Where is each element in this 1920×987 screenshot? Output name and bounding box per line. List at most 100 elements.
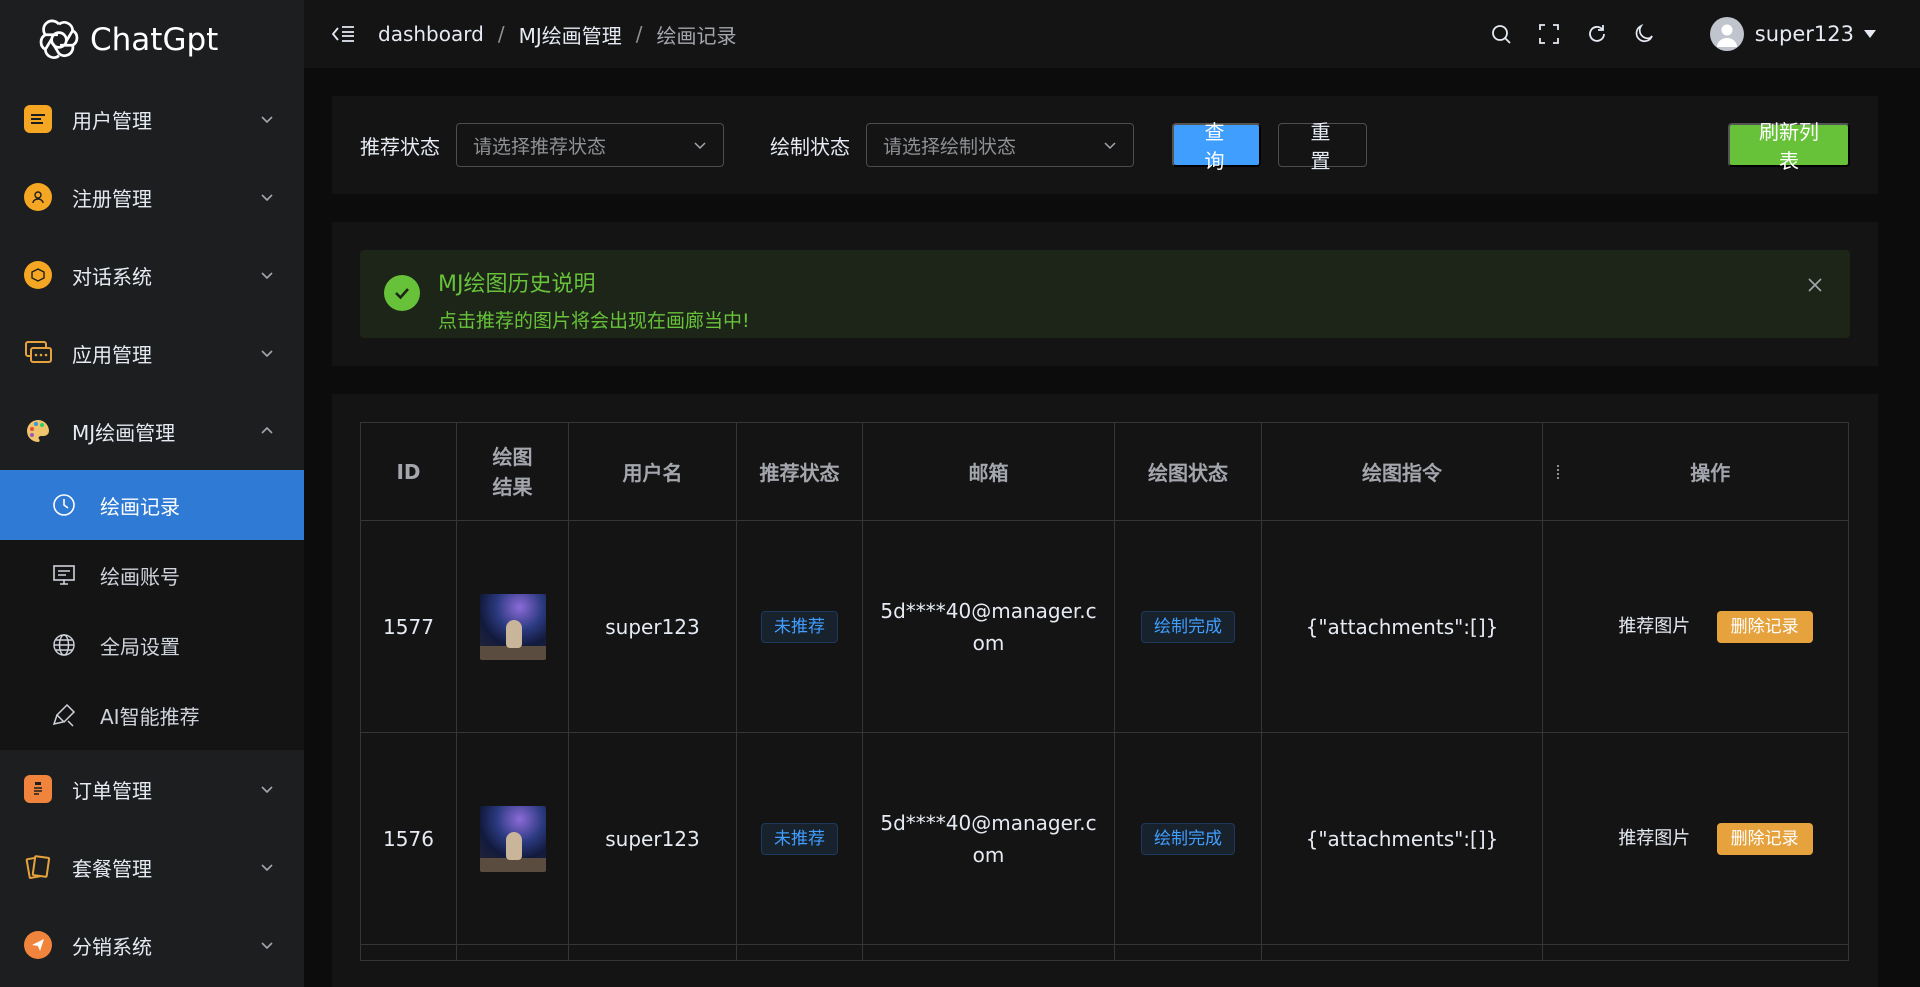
sidebar-item-user-manage[interactable]: 用户管理 <box>0 80 304 158</box>
alert-card: MJ绘图历史说明 点击推荐的图片将会出现在画廊当中! <box>332 222 1878 366</box>
recommend-status-select[interactable]: 请选择推荐状态 <box>456 123 724 167</box>
sidebar-item-mj-manage[interactable]: MJ绘画管理 <box>0 392 304 470</box>
openai-logo-icon <box>39 19 79 59</box>
recommend-image-button[interactable]: 推荐图片 <box>1618 828 1690 849</box>
register-icon <box>24 183 52 211</box>
chevron-down-icon <box>261 116 273 124</box>
alert-description: 点击推荐的图片将会出现在画廊当中! <box>438 310 750 332</box>
draw-result-thumbnail[interactable] <box>479 805 546 872</box>
delete-record-button[interactable]: 删除记录 <box>1716 610 1813 643</box>
chevron-down-icon <box>261 272 273 280</box>
sidebar-subitem-draw-accounts[interactable]: 绘画账号 <box>0 540 304 610</box>
table-row: 1577 super123 未推荐 5d****40@manager.c om 绘… <box>360 520 1849 733</box>
sidebar-subitem-draw-records[interactable]: 绘画记录 <box>0 470 304 540</box>
cell-email: 5d****40@manager.c om <box>862 520 1115 733</box>
sidebar: ChatGpt 用户管理 注册管理 对话系统 应用管理 MJ绘画管理 绘画记录 … <box>0 0 304 987</box>
column-header: 推荐状态 <box>736 422 863 521</box>
cell-email: 5d****40@manager.c om <box>862 732 1115 945</box>
cell-image[interactable] <box>456 520 569 733</box>
recommend-status-tag: 未推荐 <box>761 610 838 643</box>
globe-icon <box>50 631 78 659</box>
sidebar-item-chat-system[interactable]: 对话系统 <box>0 236 304 314</box>
column-header: 邮箱 <box>862 422 1115 521</box>
draw-result-thumbnail[interactable] <box>479 593 546 660</box>
cell-command: {"attachments":[]} <box>1261 732 1543 945</box>
top-header: dashboard / MJ绘画管理 / 绘画记录 super123 <box>304 0 1920 68</box>
sidebar-item-distribution[interactable]: 分销系统 <box>0 906 304 984</box>
cell-id: 1576 <box>360 732 457 945</box>
sidebar-item-label: 注册管理 <box>72 186 152 211</box>
sidebar-item-register-manage[interactable]: 注册管理 <box>0 158 304 236</box>
sidebar-subitem-ai-recommend[interactable]: AI智能推荐 <box>0 680 304 750</box>
select-placeholder: 请选择推荐状态 <box>473 135 607 158</box>
breadcrumb-current: 绘画记录 <box>656 23 737 48</box>
chevron-down-icon <box>261 194 273 202</box>
table-row: 1576 super123 未推荐 5d****40@manager.c om 绘… <box>360 732 1849 945</box>
reset-button[interactable]: 重置 <box>1278 120 1367 173</box>
cell-image[interactable] <box>456 732 569 945</box>
sidebar-subitem-label: 绘画账号 <box>100 564 180 589</box>
breadcrumb: dashboard / MJ绘画管理 / 绘画记录 <box>378 20 736 49</box>
delete-record-button[interactable]: 删除记录 <box>1716 822 1813 855</box>
chevron-up-icon <box>261 426 273 434</box>
palette-icon <box>24 417 52 445</box>
breadcrumb-dashboard[interactable]: dashboard <box>378 22 484 46</box>
table-row <box>360 944 1849 961</box>
select-placeholder: 请选择绘制状态 <box>883 135 1017 158</box>
sidebar-subitem-global-settings[interactable]: 全局设置 <box>0 610 304 680</box>
breadcrumb-separator: / <box>497 22 505 46</box>
chevron-down-icon <box>261 350 273 358</box>
sidebar-subitem-label: AI智能推荐 <box>100 704 200 729</box>
email-line: om <box>972 630 1005 655</box>
order-icon <box>24 775 52 803</box>
collapse-menu-icon[interactable] <box>330 21 356 47</box>
close-icon[interactable] <box>1806 276 1824 294</box>
caret-down-icon <box>1864 30 1876 38</box>
cell-id: 1577 <box>360 520 457 733</box>
sidebar-item-label: 应用管理 <box>72 342 152 367</box>
chevron-down-icon <box>261 864 273 872</box>
brush-icon <box>50 701 78 729</box>
cell-recommend: 未推荐 <box>736 732 863 945</box>
search-icon[interactable] <box>1488 21 1514 47</box>
recommend-status-tag: 未推荐 <box>761 822 838 855</box>
avatar <box>1709 17 1744 51</box>
table-header-row: ID 绘图结果 用户名 推荐状态 邮箱 绘图状态 绘图指令 操作 <box>360 422 1849 521</box>
chevron-down-icon <box>694 142 706 150</box>
email-line: 5d****40@manager.c <box>880 598 1097 623</box>
sidebar-item-package-manage[interactable]: 套餐管理 <box>0 828 304 906</box>
sidebar-item-app-manage[interactable]: 应用管理 <box>0 314 304 392</box>
cell-operations: 推荐图片 删除记录 <box>1542 520 1849 733</box>
column-header: 绘图指令 <box>1261 422 1543 521</box>
breadcrumb-separator: / <box>635 22 643 46</box>
distribution-icon <box>24 931 52 959</box>
column-header: 绘图状态 <box>1114 422 1262 521</box>
sidebar-item-label: 套餐管理 <box>72 856 152 881</box>
refresh-icon[interactable] <box>1584 21 1610 47</box>
app-logo[interactable]: ChatGpt <box>0 0 304 80</box>
dark-mode-moon-icon[interactable] <box>1632 21 1658 47</box>
sidebar-item-label: 对话系统 <box>72 264 152 289</box>
sidebar-item-label: 用户管理 <box>72 108 152 133</box>
query-button[interactable]: 查询 <box>1172 120 1261 173</box>
package-icon <box>24 853 52 881</box>
chevron-down-icon <box>1104 142 1116 150</box>
column-resize-handle[interactable] <box>1542 422 1573 521</box>
fullscreen-icon[interactable] <box>1536 21 1562 47</box>
column-header: 绘图结果 <box>456 422 569 521</box>
filter-card: 推荐状态 请选择推荐状态 绘制状态 请选择绘制状态 查询 重置 刷新列表 <box>332 96 1878 194</box>
cell-username: super123 <box>568 520 737 733</box>
draw-status-tag: 绘制完成 <box>1141 822 1235 855</box>
refresh-list-button[interactable]: 刷新列表 <box>1728 120 1850 173</box>
logo-text: ChatGpt <box>90 22 219 58</box>
user-menu[interactable]: super123 <box>1709 17 1876 51</box>
draw-status-select[interactable]: 请选择绘制状态 <box>866 123 1134 167</box>
cell-draw-status: 绘制完成 <box>1114 732 1262 945</box>
recommend-image-button[interactable]: 推荐图片 <box>1618 616 1690 637</box>
sidebar-item-label: 订单管理 <box>72 778 152 803</box>
breadcrumb-mj-manage[interactable]: MJ绘画管理 <box>519 20 622 49</box>
cell-username: super123 <box>568 732 737 945</box>
chat-system-icon <box>24 261 52 289</box>
info-alert: MJ绘图历史说明 点击推荐的图片将会出现在画廊当中! <box>360 250 1850 338</box>
sidebar-item-order-manage[interactable]: 订单管理 <box>0 750 304 828</box>
